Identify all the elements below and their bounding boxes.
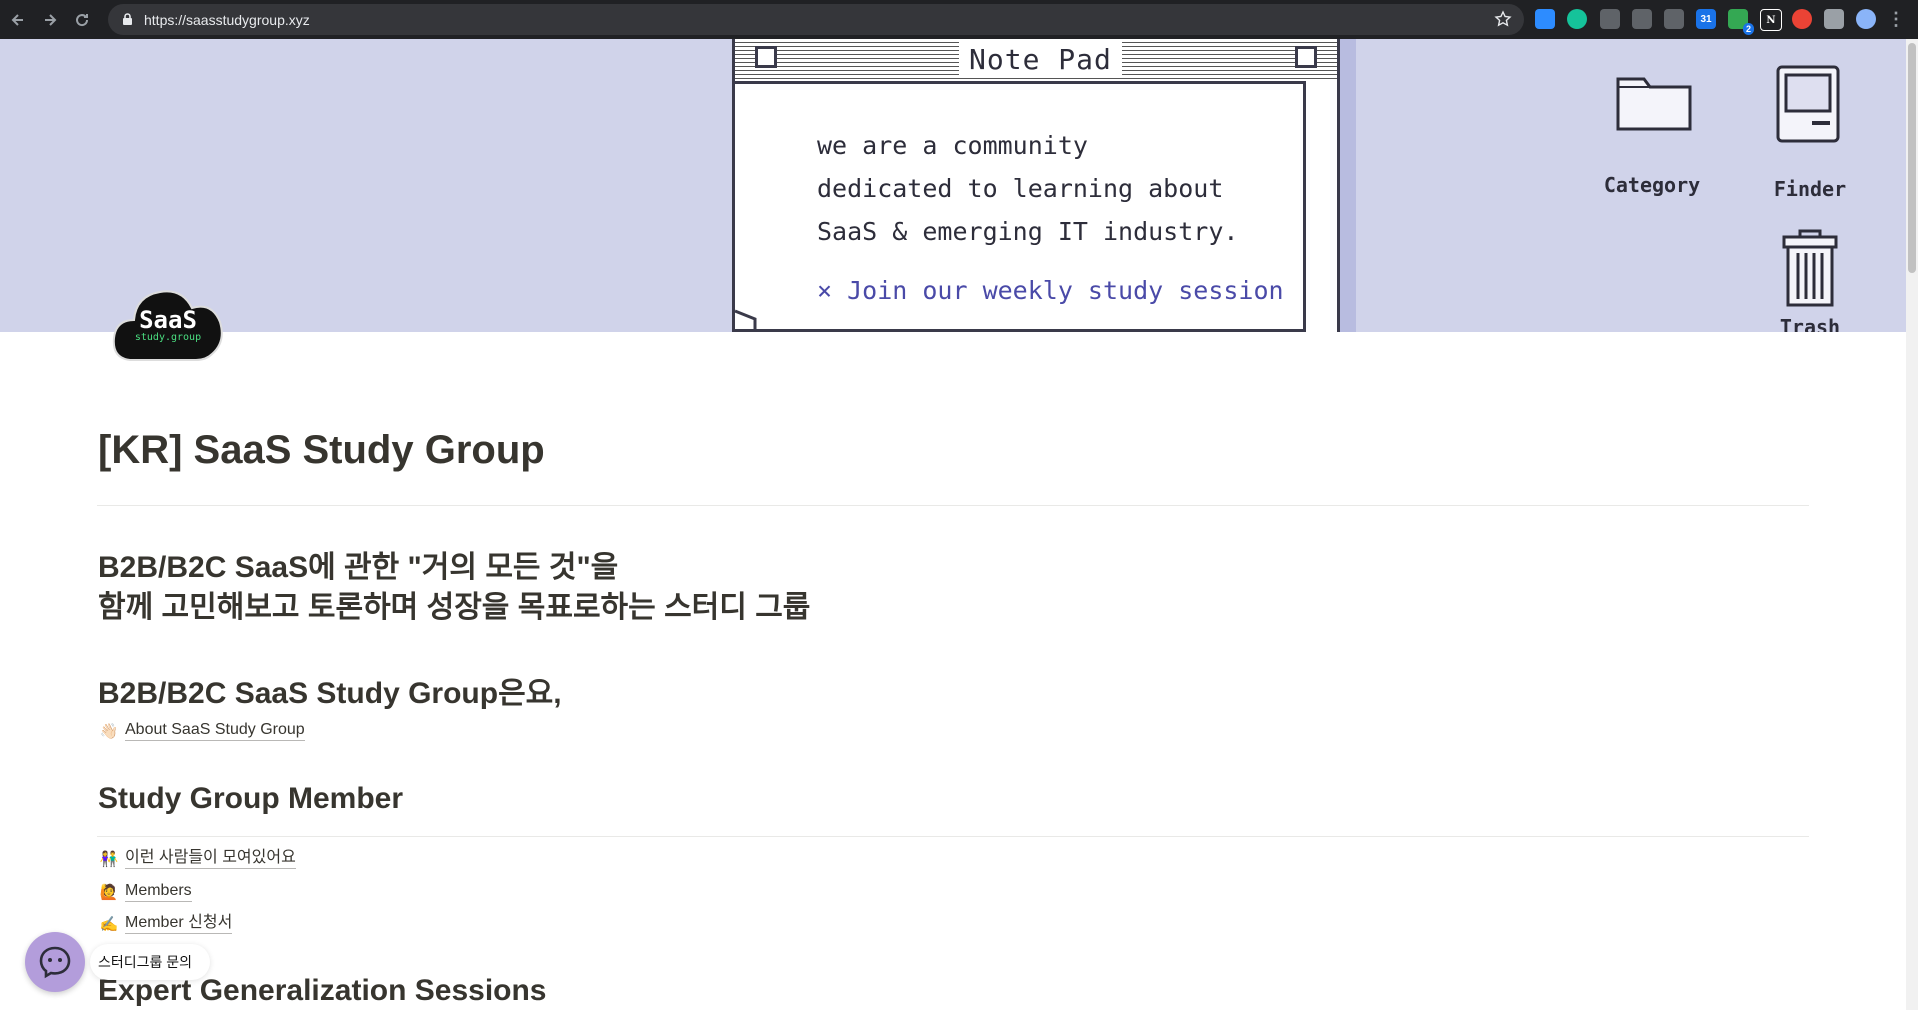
member-heading: Study Group Member — [98, 782, 404, 815]
page-scrollbar[interactable] — [1906, 39, 1918, 1010]
notepad-window: Note Pad we are a community dedicated to… — [732, 39, 1340, 332]
notepad-line-1: we are a community — [817, 131, 1088, 160]
notepad-line-3: SaaS & emerging IT industry. — [817, 217, 1239, 246]
address-bar[interactable]: https://saasstudygroup.xyz — [108, 4, 1524, 35]
puzzle-icon[interactable] — [1824, 9, 1844, 29]
scrollbar-thumb[interactable] — [1908, 43, 1916, 273]
extension-badge: 2 — [1742, 23, 1754, 35]
diamond-icon[interactable] — [1664, 9, 1684, 29]
reload-icon[interactable] — [68, 6, 96, 34]
menu-icon[interactable]: ⋮ — [1886, 9, 1906, 29]
people-icon: 👫 — [99, 850, 119, 868]
folder-icon — [1616, 77, 1692, 131]
member-link-label: Members — [125, 881, 192, 902]
extension-c-icon[interactable] — [1600, 9, 1620, 29]
url-text: https://saasstudygroup.xyz — [144, 11, 310, 28]
mac-computer-icon — [1776, 65, 1840, 143]
trash-icon — [1782, 229, 1838, 307]
cover-image: Note Pad we are a community dedicated to… — [0, 39, 1906, 332]
about-heading: B2B/B2C SaaS Study Group은요, — [98, 677, 562, 710]
notepad-title: Note Pad — [959, 42, 1122, 78]
subtitle-line-2: 함께 고민해보고 토론하며 성장을 목표로하는 스터디 그룹 — [98, 591, 811, 624]
desktop-label-category: Category — [1603, 173, 1701, 197]
about-link[interactable]: 👋🏻 About SaaS Study Group — [99, 720, 305, 741]
member-link-label: Member 신청서 — [125, 913, 233, 934]
lock-icon — [120, 13, 134, 27]
join-session-link[interactable]: × Join our weekly study session — [817, 276, 1284, 305]
browser-toolbar: https://saasstudygroup.xyz 31 2 N ⋮ — [0, 0, 1918, 39]
page-icon-text: SaaS — [139, 306, 197, 334]
writing-hand-icon: ✍️ — [99, 915, 119, 933]
back-icon[interactable] — [4, 6, 32, 34]
page-icon-logo: SaaS study.group — [112, 282, 224, 362]
forward-icon[interactable] — [36, 6, 64, 34]
subtitle: B2B/B2C SaaS에 관한 "거의 모든 것"을 함께 고민해보고 토론하… — [98, 548, 810, 628]
zoom-icon[interactable] — [1535, 9, 1555, 29]
about-link-label: About SaaS Study Group — [125, 720, 305, 741]
extension-badge-icon[interactable]: 2 — [1728, 9, 1754, 35]
notepad-line-2: dedicated to learning about — [817, 174, 1224, 203]
member-link-label: 이런 사람들이 모여있어요 — [125, 848, 296, 869]
page-corner-icon — [734, 309, 785, 329]
desktop-label-finder: Finder — [1773, 177, 1847, 201]
member-link-application[interactable]: ✍️ Member 신청서 — [99, 913, 233, 934]
divider — [97, 836, 1809, 837]
calendar-icon[interactable]: 31 — [1696, 9, 1716, 29]
notepad-close-box — [755, 46, 777, 68]
waving-hand-icon: 👋🏻 — [99, 722, 119, 740]
member-link-members[interactable]: 🙋 Members — [99, 881, 192, 902]
divider — [97, 505, 1809, 506]
chat-button[interactable] — [25, 932, 85, 992]
page-icon-subtext: study.group — [134, 332, 202, 343]
notion-icon[interactable]: N — [1760, 9, 1782, 31]
notepad-titlebar: Note Pad — [735, 39, 1337, 84]
notepad-zoom-box — [1295, 46, 1317, 68]
bookmark-star-icon[interactable] — [1494, 10, 1512, 33]
subtitle-line-1: B2B/B2C SaaS에 관한 "거의 모든 것"을 — [98, 551, 619, 584]
page-title: [KR] SaaS Study Group — [98, 428, 545, 472]
grammarly-icon[interactable] — [1567, 9, 1587, 29]
notepad-shadow — [1340, 39, 1356, 332]
member-link-who[interactable]: 👫 이런 사람들이 모여있어요 — [99, 848, 296, 869]
raising-hand-icon: 🙋 — [99, 883, 119, 901]
chat-icon — [39, 946, 71, 979]
notepad-scrollbar — [1303, 81, 1337, 332]
desktop-label-trash: Trash — [1779, 315, 1841, 332]
chat-label[interactable]: 스터디그룹 문의 — [90, 944, 211, 980]
profile-avatar-icon[interactable] — [1856, 9, 1876, 29]
block-icon[interactable] — [1792, 9, 1812, 29]
extension-at-icon[interactable] — [1632, 9, 1652, 29]
